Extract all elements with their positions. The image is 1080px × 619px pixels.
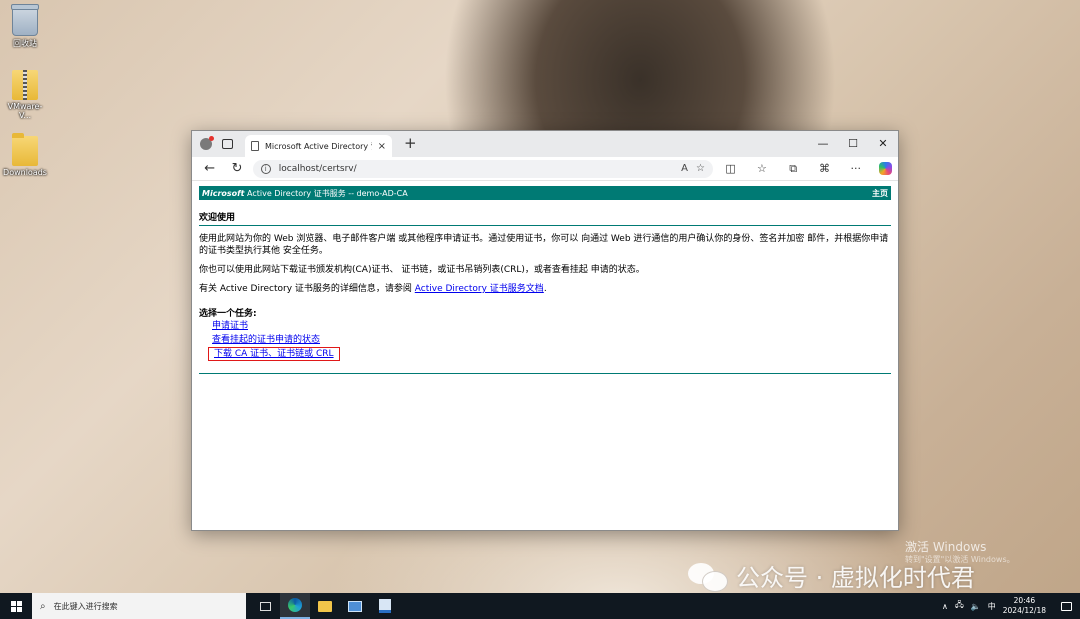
tray-overflow-icon[interactable]: ∧ bbox=[942, 602, 948, 611]
taskbar: ⌕ 在此键入进行搜索 ∧ 🖧 🔈 中 20:46 2024/12/18 bbox=[0, 593, 1080, 619]
copilot-icon[interactable] bbox=[879, 162, 893, 175]
network-icon[interactable]: 🖧 bbox=[955, 599, 964, 613]
request-cert-link[interactable]: 申请证书 bbox=[212, 319, 891, 333]
back-button[interactable]: ← bbox=[198, 161, 221, 176]
read-aloud-icon[interactable]: A bbox=[681, 163, 688, 174]
file-explorer-button[interactable] bbox=[310, 593, 340, 619]
task-heading: 选择一个任务: bbox=[199, 309, 257, 319]
system-tray: ∧ 🖧 🔈 中 20:46 2024/12/18 bbox=[942, 596, 1080, 616]
search-placeholder: 在此键入进行搜索 bbox=[53, 601, 118, 611]
welcome-heading: 欢迎使用 bbox=[199, 210, 891, 226]
tab-certsrv[interactable]: Microsoft Active Directory 证书服 × bbox=[245, 135, 392, 157]
address-bar-row: ← ↻ i localhost/certsrv/ A ☆ ◫ ☆ ⧉ ⌘ ··· bbox=[192, 157, 898, 181]
recycle-bin-icon bbox=[11, 4, 39, 36]
task-view-button[interactable] bbox=[250, 593, 280, 619]
tab-title: Microsoft Active Directory 证书服 bbox=[265, 141, 372, 151]
favorite-star-icon[interactable]: ☆ bbox=[696, 163, 705, 174]
header-title: Microsoft Active Directory 证书服务 -- demo-… bbox=[202, 188, 408, 198]
document-app-icon bbox=[379, 599, 391, 613]
favorites-icon[interactable]: ☆ bbox=[748, 162, 775, 175]
edge-icon bbox=[288, 598, 302, 612]
server-manager-icon bbox=[348, 600, 362, 612]
extensions-icon[interactable]: ⌘ bbox=[811, 162, 838, 175]
tab-close-button[interactable]: × bbox=[378, 141, 386, 152]
desktop-icon-vmware[interactable]: VMware-V... bbox=[2, 70, 48, 120]
pending-status-link[interactable]: 查看挂起的证书申请的状态 bbox=[212, 333, 891, 347]
activate-windows-subtext: 转到"设置"以激活 Windows。 bbox=[905, 555, 1015, 564]
desktop-icon-label: VMware-V... bbox=[7, 102, 43, 120]
info-icon[interactable]: i bbox=[260, 163, 271, 174]
ime-indicator[interactable]: 中 bbox=[988, 601, 996, 612]
download-ca-cert-link[interactable]: 下载 CA 证书、证书链或 CRL bbox=[208, 347, 340, 361]
url-input[interactable]: i localhost/certsrv/ A ☆ bbox=[252, 159, 713, 178]
desktop-icon-label: Downloads bbox=[3, 168, 47, 177]
clock-date: 2024/12/18 bbox=[1002, 606, 1046, 615]
refresh-button[interactable]: ↻ bbox=[225, 161, 248, 176]
title-bar: Microsoft Active Directory 证书服 × + — ☐ ✕ bbox=[192, 131, 898, 157]
footer-divider bbox=[199, 373, 891, 374]
wechat-icon bbox=[688, 561, 728, 592]
browser-window: Microsoft Active Directory 证书服 × + — ☐ ✕… bbox=[191, 130, 899, 531]
desktop-icon-recycle-bin[interactable]: 回收站 bbox=[2, 4, 48, 49]
intro-paragraph: 使用此网站为你的 Web 浏览器、电子邮件客户端 或其他程序申请证书。通过使用证… bbox=[199, 234, 889, 256]
notification-icon[interactable] bbox=[1061, 601, 1072, 611]
start-button[interactable] bbox=[0, 600, 32, 612]
download-paragraph: 你也可以使用此网站下载证书颁发机构(CA)证书、 证书链，或证书吊销列表(CRL… bbox=[199, 265, 645, 275]
split-screen-icon[interactable]: ◫ bbox=[717, 162, 744, 175]
collections-icon[interactable]: ⧉ bbox=[780, 162, 807, 176]
windows-logo-icon bbox=[10, 600, 22, 612]
taskbar-search-box[interactable]: ⌕ 在此键入进行搜索 bbox=[32, 593, 246, 619]
tab-actions-icon[interactable] bbox=[222, 139, 233, 149]
clock-time: 20:46 bbox=[1013, 596, 1036, 605]
home-link[interactable]: 主页 bbox=[872, 188, 888, 199]
page-content: Microsoft Active Directory 证书服务 -- demo-… bbox=[192, 181, 898, 379]
certsrv-header: Microsoft Active Directory 证书服务 -- demo-… bbox=[199, 186, 891, 200]
volume-icon[interactable]: 🔈 bbox=[971, 602, 981, 611]
server-manager-button[interactable] bbox=[340, 593, 370, 619]
clock[interactable]: 20:46 2024/12/18 bbox=[1003, 596, 1046, 616]
desktop-icon-label: 回收站 bbox=[13, 39, 37, 48]
docs-link[interactable]: Active Directory 证书服务文档 bbox=[415, 284, 544, 294]
zip-folder-icon bbox=[12, 70, 38, 100]
folder-icon bbox=[318, 600, 332, 612]
maximize-button[interactable]: ☐ bbox=[838, 131, 868, 157]
page-icon bbox=[251, 141, 259, 151]
desktop-icon-downloads[interactable]: Downloads bbox=[2, 133, 48, 177]
app-taskbar-button[interactable] bbox=[370, 593, 400, 619]
profile-icon[interactable] bbox=[200, 136, 214, 150]
task-view-icon bbox=[259, 601, 271, 611]
docs-paragraph: 有关 Active Directory 证书服务的详细信息，请参阅 Active… bbox=[199, 284, 547, 294]
more-menu-icon[interactable]: ··· bbox=[842, 162, 869, 175]
folder-icon bbox=[12, 133, 38, 166]
close-button[interactable]: ✕ bbox=[868, 131, 898, 157]
new-tab-button[interactable]: + bbox=[404, 136, 417, 151]
edge-taskbar-button[interactable] bbox=[280, 593, 310, 619]
url-text: localhost/certsrv/ bbox=[278, 163, 357, 174]
search-icon: ⌕ bbox=[40, 600, 46, 612]
activate-windows-text: 激活 Windows bbox=[905, 540, 987, 554]
minimize-button[interactable]: — bbox=[808, 131, 838, 157]
task-list: 申请证书 查看挂起的证书申请的状态 下载 CA 证书、证书链或 CRL bbox=[208, 319, 891, 361]
